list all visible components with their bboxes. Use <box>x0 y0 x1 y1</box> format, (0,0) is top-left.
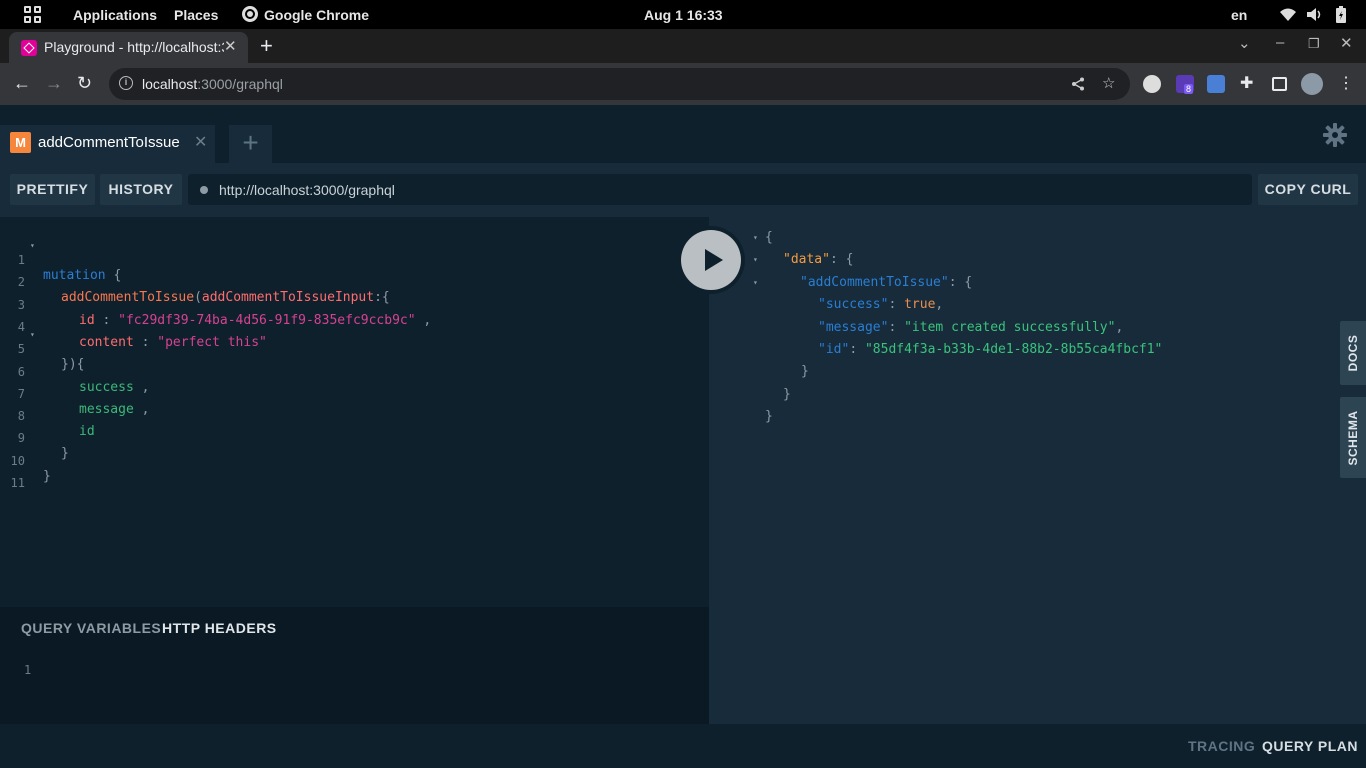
extensions-puzzle-icon[interactable]: ✚ <box>1240 73 1258 92</box>
result-line: "message": "item created successfully", <box>818 320 1124 335</box>
mutation-badge: M <box>10 132 31 153</box>
schema-tab[interactable]: SCHEMA <box>1340 397 1366 478</box>
battery-icon[interactable] <box>1336 6 1346 23</box>
wifi-icon[interactable] <box>1280 8 1296 21</box>
minimize-icon[interactable]: – <box>1276 34 1284 51</box>
language-indicator[interactable]: en <box>1231 7 1247 23</box>
endpoint-input[interactable]: http://localhost:3000/graphql <box>188 174 1252 205</box>
browser-toolbar: ← → ↻ i localhost:3000/graphql ☆ 8 ✚ ⋮ <box>0 63 1366 105</box>
playground-tab-name: addCommentToIssue <box>38 134 180 151</box>
bookmark-star-icon[interactable]: ☆ <box>1102 74 1115 92</box>
back-icon[interactable]: ← <box>13 73 31 94</box>
forward-icon[interactable]: → <box>45 73 63 94</box>
browser-tab-title: Playground - http://localhost:3000/graph… <box>44 39 224 55</box>
result-line: ▾ "addCommentToIssue": { <box>753 275 973 290</box>
profile-avatar[interactable] <box>1301 73 1323 95</box>
address-bar[interactable]: i localhost:3000/graphql ☆ <box>109 68 1130 100</box>
code-line: 9 } <box>17 431 69 461</box>
address-url[interactable]: localhost:3000/graphql <box>142 76 283 92</box>
result-line: } <box>801 364 809 379</box>
tracing-tab[interactable]: TRACING <box>1188 738 1255 754</box>
close-window-icon[interactable]: ✕ <box>1340 34 1353 52</box>
code-line: 4 content : "perfect this" <box>17 320 267 350</box>
prettify-button[interactable]: PRETTIFY <box>10 174 95 205</box>
code-line: 7 message , <box>17 387 150 417</box>
result-line: "id": "85df4f3a-b33b-4de1-88b2-8b55ca4fb… <box>818 342 1163 357</box>
code-line: 5 ▾ }){ <box>17 330 85 372</box>
active-app-menu[interactable]: Google Chrome <box>264 7 369 23</box>
code-line: 11 <box>10 476 25 490</box>
http-headers-tab[interactable]: HTTP HEADERS <box>162 620 277 636</box>
execute-query-button[interactable] <box>677 226 745 294</box>
query-editor[interactable]: 1 ▾ mutation { 2 addCommentToIssue(addCom… <box>0 217 709 607</box>
chrome-icon <box>242 6 258 22</box>
extension-badge-icon[interactable]: 8 <box>1176 75 1194 94</box>
playground-toolbar: PRETTIFY HISTORY http://localhost:3000/g… <box>0 163 1366 217</box>
connection-status-icon <box>200 186 208 194</box>
tab-search-icon[interactable]: ⌄ <box>1238 34 1251 52</box>
playground-tab-bar: M addCommentToIssue ✕ + <box>0 105 1366 163</box>
browser-tab-strip: Playground - http://localhost:3000/graph… <box>0 29 1366 63</box>
code-line: 8 id <box>17 409 95 439</box>
extension-circle-icon[interactable] <box>1143 75 1161 93</box>
side-panel-icon[interactable] <box>1272 77 1287 91</box>
browser-tab[interactable]: Playground - http://localhost:3000/graph… <box>9 32 248 63</box>
variables-line-number: 1 <box>24 663 32 677</box>
close-playground-tab-icon[interactable]: ✕ <box>194 132 207 152</box>
result-line: "success": true, <box>818 297 944 312</box>
variables-panel: QUERY VARIABLES HTTP HEADERS 1 <box>0 607 709 724</box>
system-top-bar: Applications Places Google Chrome Aug 1 … <box>0 0 1366 29</box>
playground-footer: TRACING QUERY PLAN <box>0 724 1366 768</box>
close-tab-icon[interactable]: ✕ <box>224 37 237 55</box>
site-info-icon[interactable]: i <box>119 76 133 90</box>
translate-extension-icon[interactable] <box>1207 75 1225 93</box>
applications-menu[interactable]: Applications <box>73 7 157 23</box>
code-line: 3 id : "fc29df39-74ba-4d56-91f9-835efc9c… <box>17 298 432 328</box>
code-line: 1 ▾ mutation { <box>17 241 122 283</box>
result-viewer[interactable]: ▾{ ▾ "data": { ▾ "addCommentToIssue": { "s… <box>709 217 1366 724</box>
endpoint-url: http://localhost:3000/graphql <box>219 182 395 198</box>
maximize-icon[interactable]: ❐ <box>1308 36 1320 52</box>
query-variables-tab[interactable]: QUERY VARIABLES <box>21 620 161 636</box>
graphql-favicon-icon <box>21 40 37 56</box>
result-line: } <box>765 409 773 424</box>
playground-tab[interactable]: M addCommentToIssue ✕ <box>0 125 215 163</box>
query-plan-tab[interactable]: QUERY PLAN <box>1262 738 1358 754</box>
play-icon <box>705 249 723 271</box>
add-tab-icon[interactable]: + <box>229 125 272 163</box>
history-button[interactable]: HISTORY <box>100 174 182 205</box>
volume-icon[interactable] <box>1306 7 1322 22</box>
result-line: ▾ "data": { <box>753 252 854 267</box>
docs-tab[interactable]: DOCS <box>1340 321 1366 385</box>
app-grid-icon[interactable] <box>24 6 41 23</box>
result-line: } <box>783 387 791 402</box>
share-icon[interactable] <box>1071 77 1085 91</box>
places-menu[interactable]: Places <box>174 7 218 23</box>
chrome-menu-icon[interactable]: ⋮ <box>1338 73 1356 92</box>
new-tab-icon[interactable]: + <box>260 33 273 59</box>
code-line: 10 } <box>10 454 51 484</box>
settings-gear-icon[interactable] <box>1323 123 1347 147</box>
reload-icon[interactable]: ↻ <box>77 73 92 94</box>
code-line: 2 addCommentToIssue(addCommentToIssueInp… <box>17 275 390 305</box>
copy-curl-button[interactable]: COPY CURL <box>1258 174 1358 205</box>
code-line: 6 success , <box>17 365 150 395</box>
clock[interactable]: Aug 1 16:33 <box>644 7 723 23</box>
